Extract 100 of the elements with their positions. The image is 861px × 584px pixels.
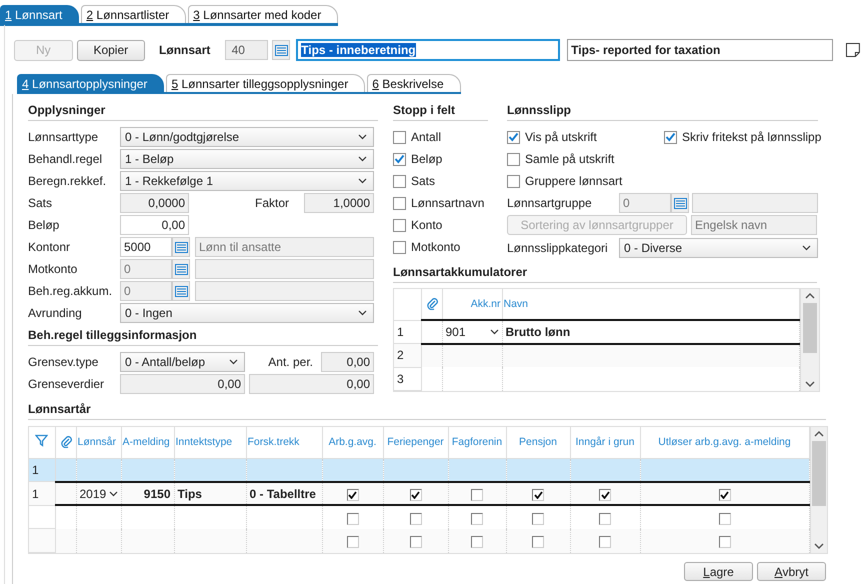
tab[interactable]: 4 Lønnsartopplysninger	[17, 74, 164, 92]
column-header[interactable]: Lønnsår	[76, 427, 121, 458]
dropdown[interactable]: 0 - Lønn/godtgjørelse	[120, 127, 374, 147]
checkbox[interactable]	[393, 196, 406, 210]
input-field[interactable]: 0,00	[120, 374, 245, 394]
field-label: Sats	[28, 196, 54, 210]
checkbox[interactable]	[346, 536, 358, 548]
dropdown[interactable]: 0 - Diverse	[619, 238, 818, 258]
checkbox[interactable]	[393, 174, 406, 188]
tab[interactable]: 2 Lønnsartlister	[81, 5, 186, 23]
field-label: Beløp	[28, 218, 60, 232]
checkbox[interactable]	[599, 512, 611, 525]
scrollbar[interactable]	[810, 427, 827, 553]
checkbox[interactable]	[599, 488, 611, 500]
checkbox-label: Vis på utskrift	[525, 130, 597, 144]
scroll-down-icon[interactable]	[814, 543, 824, 549]
column-header[interactable]: Forsk.trekk	[246, 427, 322, 458]
checkbox-label: Konto	[411, 218, 442, 232]
list-icon[interactable]	[272, 40, 290, 60]
checkbox-label: Lønnsartnavn	[411, 196, 484, 210]
section-heading: Beh.regel tilleggsinformasjon	[28, 327, 378, 346]
checkbox[interactable]	[346, 512, 358, 525]
english-name-field[interactable]: Tips- reported for taxation	[567, 39, 834, 61]
checkbox[interactable]	[718, 512, 730, 525]
section-heading: Lønnsartår	[28, 401, 826, 420]
checkbox[interactable]	[393, 130, 406, 144]
checkbox[interactable]	[532, 488, 544, 500]
chevron-down-icon	[802, 245, 811, 251]
field-label: Lønnsslippkategori	[507, 241, 609, 255]
checkbox[interactable]	[471, 536, 483, 548]
name-field[interactable]: Tips - inneberetning	[296, 39, 560, 61]
field-label: Ant. per.	[267, 355, 314, 369]
paperclip-icon	[60, 434, 72, 448]
tab[interactable]: 3 Lønnsarter med koder	[188, 5, 338, 23]
checkbox[interactable]	[718, 536, 730, 548]
checkbox[interactable]	[410, 536, 422, 548]
column-header[interactable]: Inngår i grun	[570, 427, 640, 458]
toolbar-button[interactable]: Kopier	[76, 40, 146, 60]
list-icon[interactable]	[172, 237, 190, 257]
dropdown[interactable]: 1 - Rekkefølge 1	[120, 171, 374, 191]
column-header[interactable]: Inntektstype	[174, 427, 246, 458]
input-field[interactable]: 0	[619, 193, 671, 213]
checkbox-label: Samle på utskrift	[525, 152, 614, 166]
footer-button[interactable]: Avbryt	[757, 562, 826, 581]
scroll-up-icon[interactable]	[814, 431, 824, 437]
column-header[interactable]: A-melding	[121, 427, 174, 458]
checkbox[interactable]	[346, 488, 358, 500]
input-field[interactable]: 0,00	[120, 215, 189, 235]
checkbox[interactable]	[410, 512, 422, 525]
dropdown[interactable]: 0 - Ingen	[120, 303, 374, 323]
dropdown[interactable]: 0 - Antall/beløp	[120, 352, 245, 372]
dropdown[interactable]: 1 - Beløp	[120, 149, 374, 169]
tab[interactable]: 5 Lønnsarter tilleggsopplysninger	[166, 74, 366, 92]
checkbox[interactable]	[393, 240, 406, 254]
checkbox[interactable]	[471, 488, 483, 500]
checkbox-label: Beløp	[411, 152, 442, 166]
column-header[interactable]: Arb.g.avg.	[322, 427, 383, 458]
number-field[interactable]: 40	[224, 40, 268, 60]
checkbox[interactable]	[471, 512, 483, 525]
checkbox[interactable]	[507, 152, 520, 166]
scroll-up-icon[interactable]	[805, 293, 815, 299]
list-icon[interactable]	[172, 259, 190, 279]
column-header[interactable]: Akk.nr	[442, 289, 502, 320]
checkbox[interactable]	[664, 130, 677, 144]
tab[interactable]: 1 Lønnsart	[0, 5, 80, 23]
checkbox[interactable]	[410, 488, 422, 500]
checkbox[interactable]	[507, 130, 520, 144]
checkbox[interactable]	[532, 536, 544, 548]
field-label: Lønnsartgruppe	[507, 196, 593, 210]
section-heading: Lønnsartakkumulatorer	[393, 264, 817, 283]
input-field[interactable]: 5000	[120, 237, 172, 257]
table-cell: Tips	[178, 486, 202, 501]
column-header[interactable]: Fagforenin	[448, 427, 506, 458]
footer-button[interactable]: Lagre	[684, 562, 753, 581]
scrollbar[interactable]	[800, 289, 819, 391]
note-icon[interactable]	[845, 42, 861, 58]
tab[interactable]: 6 Beskrivelse	[367, 74, 461, 92]
column-header[interactable]: Utløser arb.g.avg. a-melding	[640, 427, 809, 458]
field-label: Beh.reg.akkum.	[28, 284, 114, 298]
input-field[interactable]: 0,00	[321, 352, 374, 372]
input-field[interactable]: 0,00	[249, 374, 374, 394]
checkbox[interactable]	[718, 488, 730, 500]
table-cell: 9150	[144, 486, 170, 501]
section-heading: Lønnsslipp	[507, 102, 818, 121]
column-header[interactable]: Feriepenger	[383, 427, 448, 458]
checkbox[interactable]	[507, 174, 520, 188]
chevron-down-icon	[229, 359, 238, 365]
checkbox[interactable]	[393, 218, 406, 232]
field-label: Lønnsart	[159, 43, 212, 57]
checkbox[interactable]	[599, 536, 611, 548]
chevron-down-icon	[358, 156, 367, 162]
filter-icon[interactable]	[35, 434, 48, 448]
column-header[interactable]: Pensjon	[506, 427, 570, 458]
checkbox[interactable]	[532, 512, 544, 525]
field-label: Behandl.regel	[28, 152, 104, 166]
checkbox[interactable]	[393, 152, 406, 166]
scroll-down-icon[interactable]	[805, 381, 815, 387]
section-heading: Opplysninger	[28, 102, 378, 121]
list-icon[interactable]	[671, 193, 689, 213]
list-icon[interactable]	[172, 281, 190, 301]
